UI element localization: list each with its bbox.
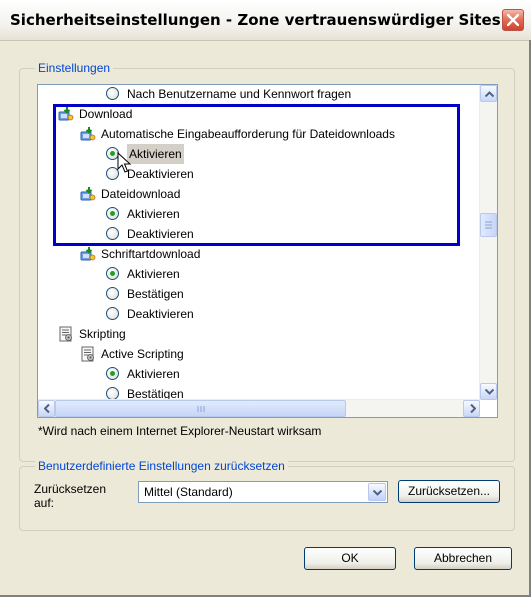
security-settings-dialog: Sicherheitseinstellungen - Zone vertraue… [0,0,531,597]
settings-category-label: Schriftartdownload [101,247,201,261]
chevron-down-icon [485,389,494,395]
ok-button[interactable]: OK [304,547,396,570]
settings-category-row: Active Scripting [38,344,478,364]
radio-option-row[interactable]: Aktivieren [38,204,478,224]
settings-category-label: Automatische Eingabeaufforderung für Dat… [101,127,395,141]
download-settings-icon [58,106,74,122]
settings-category-label: Skripting [79,327,126,341]
radio-option-row[interactable]: Deaktivieren [38,224,478,244]
radio-option-label: Deaktivieren [127,307,194,321]
download-settings-icon [80,126,96,142]
settings-category-row: Skripting [38,324,478,344]
chevron-down-icon [373,490,382,496]
radio-button-checked[interactable] [106,367,119,380]
radio-button[interactable] [106,227,119,240]
chevron-right-icon [470,404,476,413]
reset-label-line2: auf: [34,496,55,510]
settings-category-label: Download [79,107,133,121]
radio-option-row[interactable]: Aktivieren [38,264,478,284]
settings-category-label: Active Scripting [101,347,184,361]
radio-option-label: Bestätigen [127,287,184,301]
chevron-left-icon [44,404,50,413]
close-icon [507,14,519,26]
close-button[interactable] [502,9,524,31]
scroll-down-button[interactable] [480,383,497,400]
scroll-left-button[interactable] [38,400,55,417]
radio-option-label: Nach Benutzername und Kennwort fragen [127,87,352,101]
download-settings-icon [80,246,96,262]
horizontal-scrollbar[interactable] [38,399,480,417]
radio-button[interactable] [106,87,119,100]
grip-icon [197,406,205,412]
radio-option-label: Aktivieren [127,207,180,221]
radio-option-row[interactable]: Nach Benutzername und Kennwort fragen [38,85,478,104]
settings-category-row: Schriftartdownload [38,244,478,264]
scroll-up-button[interactable] [480,85,497,102]
chevron-up-icon [485,91,494,97]
radio-option-label: Aktivieren [127,144,184,164]
scroll-right-button[interactable] [463,400,480,417]
radio-option-row[interactable]: Deaktivieren [38,164,478,184]
radio-option-label: Aktivieren [127,267,180,281]
window-title: Sicherheitseinstellungen - Zone vertraue… [10,11,501,29]
radio-option-row[interactable]: Deaktivieren [38,304,478,324]
settings-category-row: Automatische Eingabeaufforderung für Dat… [38,124,478,144]
settings-category-label: Dateidownload [101,187,181,201]
radio-button-checked[interactable] [106,207,119,220]
reset-level-value: Mittel (Standard) [144,485,233,499]
horizontal-scroll-thumb[interactable] [55,400,346,417]
radio-option-label: Deaktivieren [127,227,194,241]
download-settings-icon [80,186,96,202]
radio-button[interactable] [106,287,119,300]
settings-category-row: Dateidownload [38,184,478,204]
settings-category-row: Download [38,104,478,124]
radio-button[interactable] [106,307,119,320]
grip-icon [485,221,492,229]
radio-option-label: Aktivieren [127,367,180,381]
script-settings-icon [80,346,96,362]
mouse-pointer-icon [117,151,132,177]
reset-button[interactable]: Zurücksetzen... [398,480,500,503]
cancel-button[interactable]: Abbrechen [414,547,512,570]
radio-button-checked[interactable] [106,267,119,280]
vertical-scroll-thumb[interactable] [480,213,497,237]
radio-option-label: Deaktivieren [127,167,194,181]
radio-option-row[interactable]: Aktivieren [38,364,478,384]
reset-group-legend: Benutzerdefinierte Einstellungen zurücks… [35,459,288,473]
vertical-scrollbar[interactable] [479,85,497,400]
settings-group-legend: Einstellungen [35,61,114,75]
settings-tree[interactable]: Nach Benutzername und Kennwort fragen Dow… [37,84,498,418]
dropdown-arrow-button[interactable] [368,483,386,501]
script-settings-icon [58,326,74,342]
reset-label-line1: Zurücksetzen [34,482,107,496]
radio-option-row[interactable]: Aktivieren [38,144,478,164]
radio-option-row[interactable]: Bestätigen [38,284,478,304]
reset-level-dropdown[interactable]: Mittel (Standard) [138,481,388,503]
restart-note: *Wird nach einem Internet Explorer-Neust… [38,424,322,438]
title-bar[interactable]: Sicherheitseinstellungen - Zone vertraue… [0,0,531,41]
